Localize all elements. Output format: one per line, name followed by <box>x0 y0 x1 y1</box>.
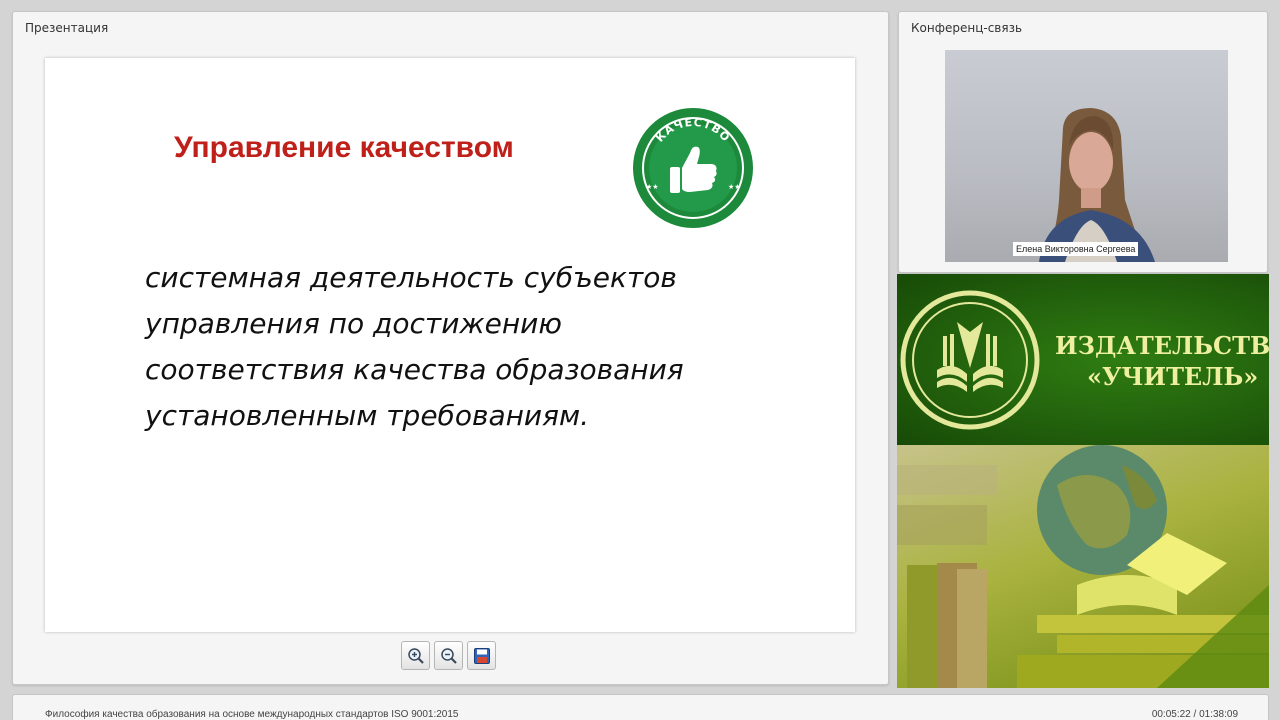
slide: Управление качеством КАЧЕСТВО ★★ ★★ сист… <box>45 58 855 632</box>
conference-panel-title: Конференц-связь <box>911 21 1023 35</box>
conference-panel: Конференц-связь Елена Викторовна Сергеев… <box>898 11 1268 273</box>
speaker-avatar <box>1039 108 1155 262</box>
publisher-name-line2: «УЧИТЕЛЬ» <box>1087 362 1259 391</box>
publisher-banner-top: ИЗДАТЕЛЬСТВО «УЧИТЕЛЬ» <box>897 274 1269 445</box>
zoom-out-icon <box>440 647 457 664</box>
webinar-title: Философия качества образования на основе… <box>45 709 459 720</box>
presentation-toolbar <box>401 641 496 670</box>
playback-time: 00:05:22 / 01:38:09 <box>1151 709 1238 720</box>
speaker-video[interactable]: Елена Викторовна Сергеева <box>945 50 1228 262</box>
save-icon <box>473 647 490 664</box>
svg-text:★★: ★★ <box>728 183 741 191</box>
svg-text:★★: ★★ <box>646 183 659 191</box>
presentation-panel-title: Презентация <box>25 21 109 35</box>
slide-title: Управление качеством <box>174 131 514 164</box>
zoom-out-button[interactable] <box>434 641 463 670</box>
speaker-name-label: Елена Викторовна Сергеева <box>1013 242 1139 256</box>
books-globe-illustration <box>897 445 1269 688</box>
footer-bar: Философия качества образования на основе… <box>12 694 1269 720</box>
publisher-banner[interactable]: ИЗДАТЕЛЬСТВО «УЧИТЕЛЬ» <box>897 274 1269 688</box>
quality-badge-icon: КАЧЕСТВО ★★ ★★ <box>633 108 753 228</box>
save-button[interactable] <box>467 641 496 670</box>
zoom-in-button[interactable] <box>401 641 430 670</box>
zoom-in-icon <box>407 647 424 664</box>
publisher-logo-icon <box>900 290 1040 430</box>
publisher-name-line1: ИЗДАТЕЛЬСТВО <box>1055 331 1269 360</box>
publisher-banner-image <box>897 445 1269 688</box>
slide-body-text: системная деятельность субъектов управле… <box>145 261 684 432</box>
presentation-panel: Презентация Управление качеством КАЧЕСТВ… <box>12 11 889 685</box>
